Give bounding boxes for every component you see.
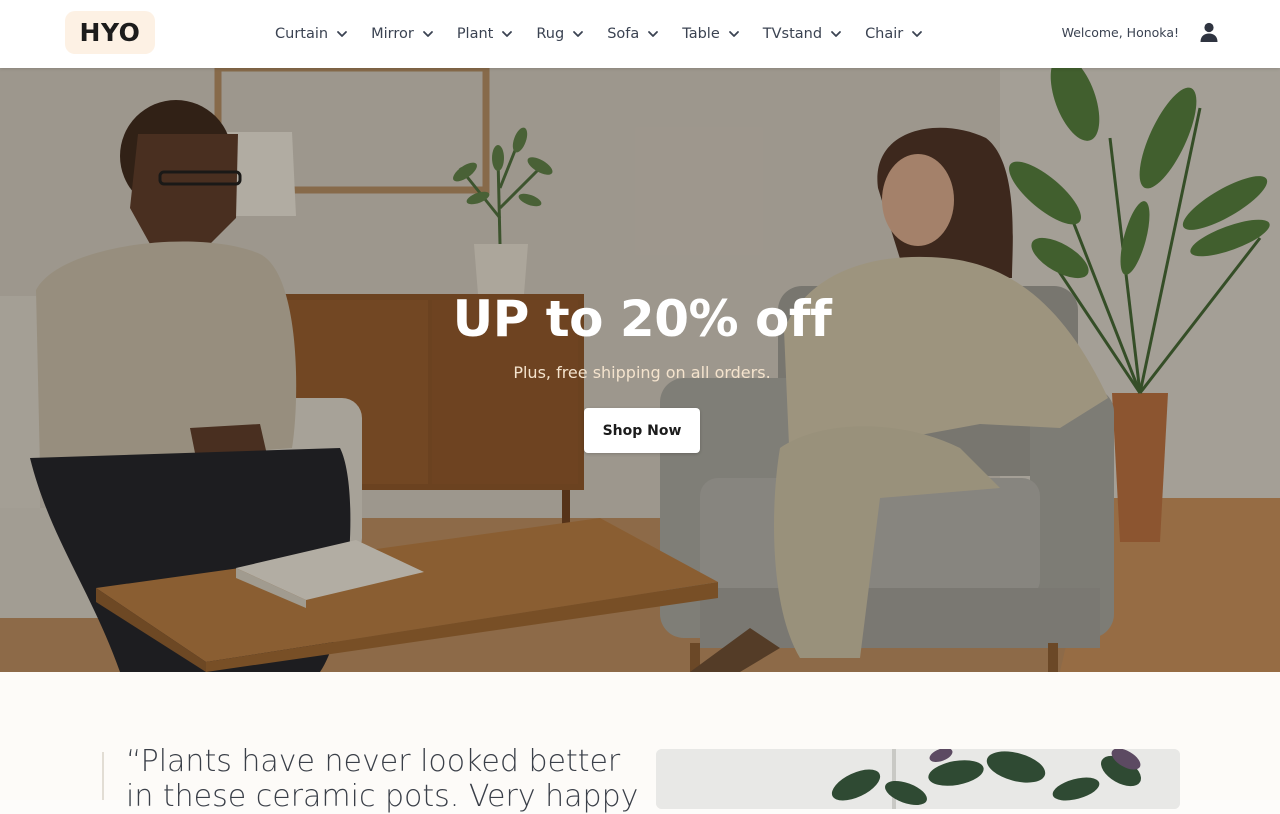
hero-title: UP to 20% off [452, 290, 832, 348]
nav-item-label: TVstand [762, 26, 823, 42]
nav-item-mirror[interactable]: Mirror [371, 26, 434, 42]
nav-item-label: Sofa [607, 26, 640, 42]
chevron-down-icon [728, 31, 739, 37]
nav-item-rug[interactable]: Rug [536, 26, 584, 42]
chevron-down-icon [422, 31, 433, 37]
hero-banner: UP to 20% off Plus, free shipping on all… [0, 68, 1280, 672]
testimonial-section: “Plants have never looked better in thes… [0, 672, 1280, 814]
quote-accent-bar [102, 752, 104, 800]
chevron-down-icon [648, 31, 659, 37]
nav-item-table[interactable]: Table [682, 26, 740, 42]
chevron-down-icon [337, 31, 347, 37]
shop-now-button[interactable]: Shop Now [584, 408, 700, 453]
testimonial-plant-image [656, 749, 1180, 809]
nav-item-label: Table [682, 26, 720, 42]
nav-item-curtain[interactable]: Curtain [275, 26, 348, 42]
chevron-down-icon [502, 31, 513, 37]
main-nav: Curtain Mirror Plant Rug Sofa Table TVst… [275, 0, 946, 68]
nav-item-label: Mirror [371, 26, 414, 42]
chevron-down-icon [912, 31, 923, 37]
welcome-text: Welcome, Honoka! [1061, 25, 1179, 40]
nav-item-label: Curtain [275, 26, 329, 42]
hero-subtitle: Plus, free shipping on all orders. [513, 363, 771, 382]
site-header: HYO Curtain Mirror Plant Rug Sofa Table … [0, 0, 1280, 68]
nav-item-chair[interactable]: Chair [865, 26, 923, 42]
user-icon[interactable] [1198, 21, 1220, 43]
chevron-down-icon [831, 31, 841, 37]
nav-item-label: Chair [865, 26, 904, 42]
brand-logo[interactable]: HYO [65, 11, 155, 54]
testimonial-quote: “Plants have never looked better in thes… [126, 744, 639, 814]
plant-photo [656, 749, 1180, 809]
chevron-down-icon [573, 31, 584, 37]
nav-item-label: Rug [536, 26, 565, 42]
nav-item-sofa[interactable]: Sofa [607, 26, 659, 42]
nav-item-label: Plant [456, 26, 494, 42]
nav-item-tvstand[interactable]: TVstand [763, 26, 842, 42]
nav-item-plant[interactable]: Plant [457, 26, 514, 42]
